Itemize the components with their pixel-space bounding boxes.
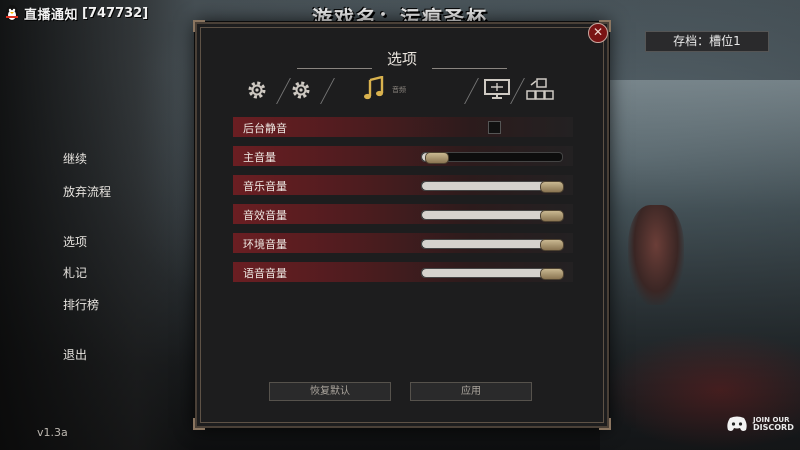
setting-label: 语音音量: [243, 267, 287, 280]
setting-label: 音乐音量: [243, 180, 287, 193]
close-icon[interactable]: ✕: [588, 23, 608, 43]
version-label: v1.3a: [37, 426, 68, 439]
slider-knob[interactable]: [540, 210, 564, 222]
controller-icon: [526, 78, 554, 100]
options-dialog: 选项 音频 后台静音 主音量 音乐音量 音效音量 环境音量 语音音量 恢复默认 …: [193, 20, 611, 430]
title-divider-left: [297, 68, 372, 69]
slider-knob[interactable]: [540, 239, 564, 251]
setting-label: 环境音量: [243, 238, 287, 251]
setting-label: 主音量: [243, 151, 276, 164]
dialog-corner: [599, 418, 611, 430]
tab-gameplay[interactable]: [245, 74, 271, 106]
menu-item-options[interactable]: 选项: [63, 233, 87, 250]
music-note-icon: [364, 75, 384, 100]
tab-audio[interactable]: 音频: [362, 74, 432, 106]
background-statue: [628, 205, 684, 305]
setting-row-sfx-volume: 音效音量: [233, 204, 573, 224]
save-slot-indicator: 存档：槽位1: [645, 31, 769, 52]
background-ground: [600, 330, 800, 450]
menu-item-abandon-run[interactable]: 放弃流程: [63, 183, 111, 200]
gear-icon: [248, 81, 266, 99]
slider-fill: [422, 182, 551, 190]
dialog-corner: [193, 20, 205, 32]
tab-controls[interactable]: [525, 74, 555, 106]
ambient-volume-slider[interactable]: [421, 239, 564, 251]
menu-item-journal[interactable]: 札记: [63, 264, 87, 281]
tab-separator: [510, 78, 525, 104]
tab-general[interactable]: [289, 74, 315, 106]
setting-row-mute-background: 后台静音: [233, 117, 573, 137]
setting-row-music-volume: 音乐音量: [233, 175, 573, 195]
slider-fill: [422, 240, 551, 248]
slider-knob[interactable]: [540, 268, 564, 280]
setting-row-ambient-volume: 环境音量: [233, 233, 573, 253]
discord-icon: [727, 416, 747, 431]
slider-knob[interactable]: [425, 152, 449, 164]
tab-display[interactable]: [483, 74, 511, 106]
menu-item-continue[interactable]: 继续: [63, 150, 87, 167]
apply-button[interactable]: 应用: [410, 382, 532, 401]
slider-fill: [422, 211, 551, 219]
discord-badge[interactable]: JOIN OUR DISCORD: [726, 416, 794, 432]
setting-row-voice-volume: 语音音量: [233, 262, 573, 282]
discord-line-2: DISCORD: [753, 423, 794, 432]
menu-item-quit[interactable]: 退出: [63, 346, 87, 363]
tab-separator: [464, 78, 479, 104]
tab-separator: [320, 78, 335, 104]
gear-icon: [292, 81, 310, 99]
voice-volume-slider[interactable]: [421, 268, 564, 280]
setting-row-master-volume: 主音量: [233, 146, 573, 166]
monitor-icon: [484, 79, 510, 99]
title-divider-right: [432, 68, 507, 69]
dialog-title: 选项: [386, 50, 417, 68]
background-cliff: [0, 0, 195, 450]
reset-defaults-button[interactable]: 恢复默认: [269, 382, 391, 401]
music-volume-slider[interactable]: [421, 181, 564, 193]
mute-background-checkbox[interactable]: [488, 121, 501, 134]
setting-label: 音效音量: [243, 209, 287, 222]
menu-item-leaderboard[interactable]: 排行榜: [63, 296, 99, 313]
tab-audio-label: 音频: [392, 86, 406, 94]
slider-knob[interactable]: [540, 181, 564, 193]
master-volume-slider[interactable]: [421, 152, 563, 164]
slider-fill: [422, 269, 551, 277]
dialog-corner: [193, 418, 205, 430]
sfx-volume-slider[interactable]: [421, 210, 564, 222]
setting-label: 后台静音: [243, 122, 287, 135]
options-tabs: 音频: [237, 74, 567, 108]
